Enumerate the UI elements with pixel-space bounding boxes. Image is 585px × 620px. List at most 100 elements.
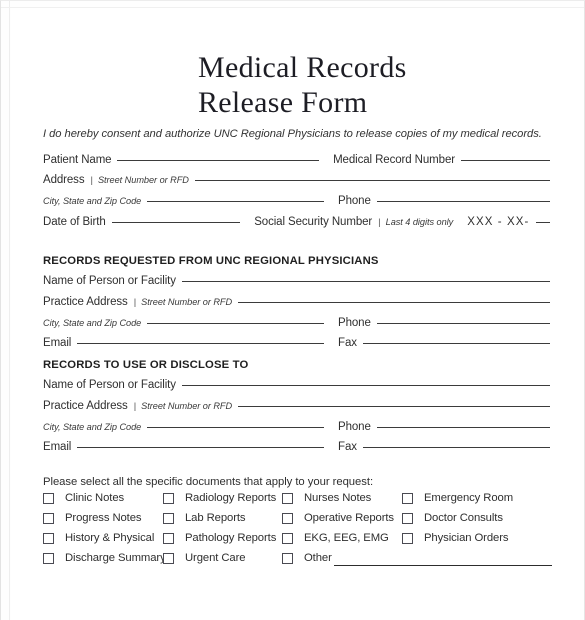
- checkbox-label: Emergency Room: [424, 492, 514, 504]
- checkbox-item-doctor-consults[interactable]: Doctor Consults: [402, 512, 503, 524]
- city-state-zip-input[interactable]: [147, 201, 325, 202]
- disclose-phone-input[interactable]: [376, 427, 550, 428]
- requested-practice-hint: Street Number or RFD: [141, 297, 233, 307]
- checkbox-item-pathology-reports[interactable]: Pathology Reports: [163, 532, 276, 544]
- patient-phone-input[interactable]: [376, 201, 550, 202]
- section-heading-disclose-to: RECORDS TO USE OR DISCLOSE TO: [43, 359, 249, 371]
- requested-practice-input[interactable]: [238, 302, 550, 303]
- checkbox-icon[interactable]: [163, 532, 174, 544]
- checkbox-label: Pathology Reports: [185, 532, 277, 544]
- checkbox-icon[interactable]: [402, 512, 413, 524]
- row-disclose-name: Name of Person or Facility: [43, 379, 550, 396]
- disclose-fax-label: Fax: [338, 441, 357, 453]
- disclose-name-input[interactable]: [181, 385, 550, 386]
- checkbox-icon[interactable]: [282, 532, 293, 544]
- checkbox-label: Radiology Reports: [185, 492, 277, 504]
- checkbox-icon[interactable]: [282, 512, 293, 524]
- checkbox-icon[interactable]: [282, 492, 293, 504]
- disclose-fax-input[interactable]: [362, 447, 550, 448]
- requested-name-input[interactable]: [181, 281, 550, 282]
- disclose-name-label: Name of Person or Facility: [43, 379, 176, 391]
- checkbox-item-lab-reports[interactable]: Lab Reports: [163, 512, 246, 524]
- checkbox-item-ekg-eeg-emg[interactable]: EKG, EEG, EMG: [282, 532, 389, 544]
- other-input[interactable]: [334, 565, 552, 566]
- checkbox-icon[interactable]: [282, 552, 293, 564]
- checkbox-item-physician-orders[interactable]: Physician Orders: [402, 532, 509, 544]
- checkbox-item-other[interactable]: Other: [282, 552, 332, 564]
- consent-statement: I do hereby consent and authorize UNC Re…: [43, 128, 542, 140]
- checkbox-label: Doctor Consults: [424, 512, 503, 524]
- checkbox-item-clinic-notes[interactable]: Clinic Notes: [43, 492, 124, 504]
- checkbox-icon[interactable]: [402, 532, 413, 544]
- requested-name-label: Name of Person or Facility: [43, 275, 176, 287]
- city-state-zip-label: City, State and Zip Code: [43, 196, 142, 206]
- form-title: Medical Records Release Form: [198, 50, 558, 120]
- row-patient-name: Patient Name Medical Record Number: [43, 154, 550, 171]
- checkbox-item-radiology-reports[interactable]: Radiology Reports: [163, 492, 276, 504]
- checkbox-item-progress-notes[interactable]: Progress Notes: [43, 512, 142, 524]
- checkbox-icon[interactable]: [43, 552, 54, 564]
- title-line-1: Medical Records: [198, 51, 407, 84]
- requested-practice-separator: |: [133, 297, 137, 308]
- row-requested-practice-address: Practice Address | Street Number or RFD: [43, 296, 550, 313]
- requested-phone-label: Phone: [338, 317, 371, 329]
- section-heading-requested-from: RECORDS REQUESTED FROM UNC REGIONAL PHYS…: [43, 255, 379, 267]
- address-label: Address: [43, 174, 85, 186]
- checkbox-icon[interactable]: [402, 492, 413, 504]
- medical-record-number-input[interactable]: [460, 160, 550, 161]
- checkbox-item-nurses-notes[interactable]: Nurses Notes: [282, 492, 371, 504]
- row-disclose-city-phone: City, State and Zip Code Phone: [43, 421, 550, 438]
- requested-phone-input[interactable]: [376, 323, 550, 324]
- checkbox-label: Progress Notes: [65, 512, 142, 524]
- requested-city-input[interactable]: [147, 323, 325, 324]
- row-dob-ssn: Date of Birth Social Security Number | L…: [43, 216, 550, 233]
- checkbox-item-discharge-summary[interactable]: Discharge Summary: [43, 552, 166, 564]
- address-separator: |: [90, 175, 93, 186]
- checkbox-item-history-and-physical[interactable]: History & Physical: [43, 532, 154, 544]
- date-of-birth-label: Date of Birth: [43, 216, 106, 228]
- checkbox-label: Operative Reports: [304, 512, 394, 524]
- ssn-label: Social Security Number: [254, 216, 373, 228]
- checkbox-row: Discharge Summary Urgent Care Other: [43, 552, 552, 572]
- date-of-birth-input[interactable]: [111, 222, 241, 223]
- checkbox-label: Urgent Care: [185, 552, 246, 564]
- documents-instruction: Please select all the specific documents…: [43, 476, 374, 488]
- checkbox-item-operative-reports[interactable]: Operative Reports: [282, 512, 394, 524]
- patient-name-input[interactable]: [117, 160, 320, 161]
- checkbox-label: Discharge Summary: [65, 552, 166, 564]
- row-disclose-email-fax: Email Fax: [43, 441, 550, 458]
- checkbox-row: Clinic Notes Radiology Reports Nurses No…: [43, 492, 552, 512]
- checkbox-label: Nurses Notes: [304, 492, 372, 504]
- address-input[interactable]: [194, 180, 550, 181]
- row-requested-city-phone: City, State and Zip Code Phone: [43, 317, 550, 334]
- checkbox-icon[interactable]: [163, 552, 174, 564]
- patient-name-label: Patient Name: [43, 154, 112, 166]
- requested-fax-input[interactable]: [362, 343, 550, 344]
- disclose-practice-input[interactable]: [238, 406, 550, 407]
- ssn-mask: XXX - XX-: [467, 216, 530, 228]
- ssn-input[interactable]: [535, 222, 550, 223]
- row-patient-city-phone: City, State and Zip Code Phone: [43, 195, 550, 212]
- disclose-city-input[interactable]: [147, 427, 325, 428]
- checkbox-icon[interactable]: [43, 532, 54, 544]
- requested-email-label: Email: [43, 337, 72, 349]
- checkbox-icon[interactable]: [43, 492, 54, 504]
- row-requested-email-fax: Email Fax: [43, 337, 550, 354]
- checkbox-item-emergency-room[interactable]: Emergency Room: [402, 492, 513, 504]
- checkbox-label: Physician Orders: [424, 532, 509, 544]
- checkbox-row: History & Physical Pathology Reports EKG…: [43, 532, 552, 552]
- disclose-email-input[interactable]: [77, 447, 325, 448]
- disclose-phone-label: Phone: [338, 421, 371, 433]
- requested-practice-label: Practice Address: [43, 296, 128, 308]
- requested-email-input[interactable]: [77, 343, 325, 344]
- address-hint: Street Number or RFD: [97, 175, 189, 185]
- disclose-practice-label: Practice Address: [43, 400, 128, 412]
- row-disclose-practice-address: Practice Address | Street Number or RFD: [43, 400, 550, 417]
- checkbox-icon[interactable]: [163, 492, 174, 504]
- requested-city-label: City, State and Zip Code: [43, 318, 142, 328]
- checkbox-item-urgent-care[interactable]: Urgent Care: [163, 552, 246, 564]
- checkbox-icon[interactable]: [163, 512, 174, 524]
- title-line-2: Release Form: [198, 86, 368, 119]
- checkbox-icon[interactable]: [43, 512, 54, 524]
- checkbox-label: Clinic Notes: [65, 492, 125, 504]
